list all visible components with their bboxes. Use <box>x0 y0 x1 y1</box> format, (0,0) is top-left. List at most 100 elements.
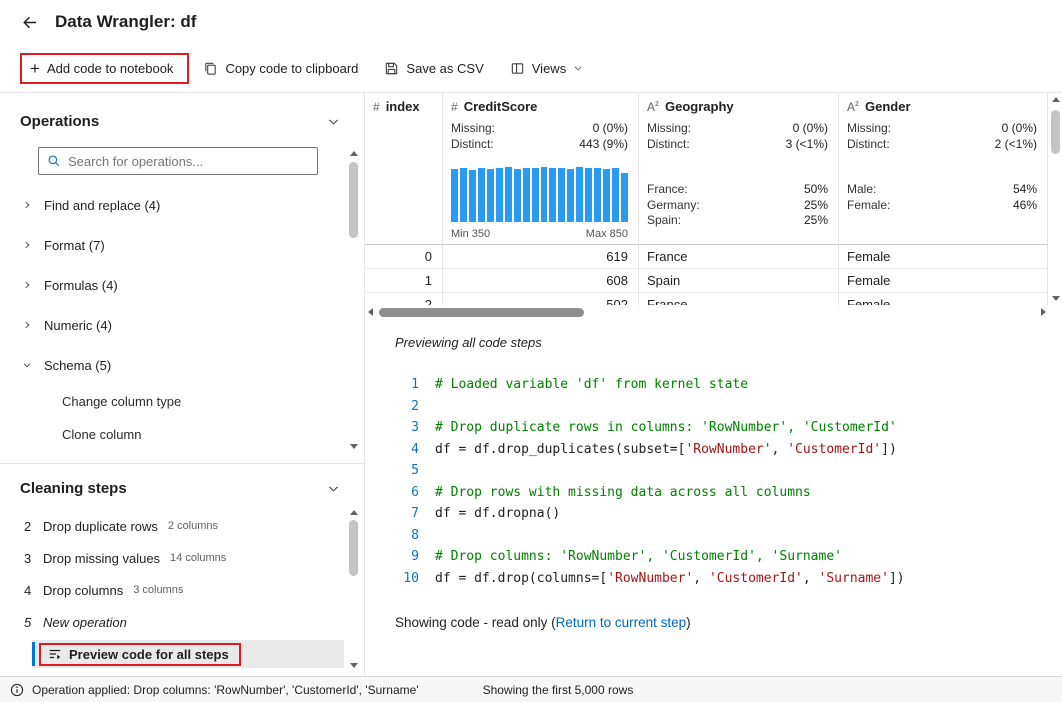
column-value-distribution: France:50%Germany:25%Spain:25% <box>647 182 828 229</box>
search-input[interactable] <box>68 154 309 169</box>
line-number: 5 <box>395 460 419 482</box>
cleaning-step-item[interactable]: 5New operation <box>20 606 364 638</box>
grid-horizontal-scrollbar <box>365 305 1062 319</box>
stat-value: 0 (0%) <box>593 121 628 137</box>
footer-text: Showing code - read only ( <box>395 615 556 630</box>
code-line: 5 <box>395 460 1042 482</box>
operation-item[interactable]: Change column type <box>20 385 364 418</box>
grid-cell[interactable]: 0 <box>365 245 442 269</box>
views-button[interactable]: Views <box>510 61 583 76</box>
code-line: 3# Drop duplicate rows in columns: 'RowN… <box>395 417 1042 439</box>
histogram-bar <box>549 168 556 222</box>
scroll-up-arrow[interactable] <box>350 510 358 515</box>
scroll-down-arrow[interactable] <box>350 444 358 449</box>
column-name: Geography <box>665 99 734 114</box>
cleaning-step-item[interactable]: 3Drop missing values14 columns <box>20 542 364 574</box>
stat-label: Female: <box>847 198 890 214</box>
creditscore-histogram <box>451 166 628 222</box>
grid-cell[interactable]: 1 <box>365 269 442 293</box>
stat-label: Male: <box>847 182 876 198</box>
save-icon <box>384 61 399 76</box>
grid-column-index: #index012 <box>365 93 443 305</box>
operation-group[interactable]: Numeric (4) <box>20 305 364 345</box>
histogram-bar <box>532 168 539 222</box>
column-stat-row: Distinct:2 (<1%) <box>847 137 1037 153</box>
column-stats: Missing:0 (0%)Distinct:3 (<1%) <box>647 121 828 152</box>
cleaning-step-item[interactable]: 2Drop duplicate rows2 columns <box>20 510 364 542</box>
grid-cell[interactable]: Spain <box>639 269 838 293</box>
line-number: 7 <box>395 503 419 525</box>
cleaning-steps-collapse-button[interactable] <box>327 482 340 495</box>
histogram-bar <box>523 168 530 222</box>
scrollbar-thumb[interactable] <box>379 308 584 317</box>
column-stat-row: Missing:0 (0%) <box>847 121 1037 137</box>
grid-cell[interactable]: Female <box>839 293 1047 305</box>
column-stats: Missing:0 (0%)Distinct:2 (<1%) <box>847 121 1037 152</box>
add-code-label: Add code to notebook <box>47 61 174 76</box>
operation-group[interactable]: Schema (5) <box>20 345 364 385</box>
grid-columns: #index012#CreditScoreMissing:0 (0%)Disti… <box>365 93 1048 305</box>
scroll-left-arrow[interactable] <box>368 308 373 316</box>
grid-cell[interactable]: 2 <box>365 293 442 305</box>
sidebar: Operations Find and replace (4)Format (7… <box>0 93 365 676</box>
scrollbar-thumb[interactable] <box>349 162 358 238</box>
operation-item[interactable]: Clone column <box>20 418 364 451</box>
rows-count-info: Showing the first 5,000 rows <box>483 683 634 697</box>
stat-value: 0 (0%) <box>793 121 828 137</box>
stat-value: 3 (<1%) <box>786 137 828 153</box>
code-text: # Drop rows with missing data across all… <box>435 482 811 504</box>
scroll-up-arrow[interactable] <box>1052 97 1060 102</box>
copy-code-button[interactable]: Copy code to clipboard <box>203 61 358 76</box>
chevron-right-icon <box>22 318 32 333</box>
scrollbar-thumb[interactable] <box>349 520 358 576</box>
stat-label: Distinct: <box>847 137 890 153</box>
histogram-bar <box>469 170 476 222</box>
return-to-current-step-link[interactable]: Return to current step <box>556 615 687 630</box>
cleaning-steps-panel: Cleaning steps 2Drop duplicate rows2 col… <box>0 463 364 676</box>
column-name: index <box>386 99 420 114</box>
chevron-down-icon <box>327 482 340 495</box>
operation-group[interactable]: Formulas (4) <box>20 265 364 305</box>
column-name: Gender <box>865 99 911 114</box>
grid-cell[interactable]: Female <box>839 269 1047 293</box>
stat-value: 25% <box>804 198 828 214</box>
grid-cell[interactable]: Female <box>839 245 1047 269</box>
histogram-bar <box>585 168 592 222</box>
scroll-down-arrow[interactable] <box>350 663 358 668</box>
operation-group[interactable]: Format (7) <box>20 225 364 265</box>
column-header-geography[interactable]: AzGeographyMissing:0 (0%)Distinct:3 (<1%… <box>639 93 838 245</box>
cleaning-step-item[interactable]: 4Drop columns3 columns <box>20 574 364 606</box>
code-block: 1# Loaded variable 'df' from kernel stat… <box>395 374 1042 589</box>
operation-group[interactable]: Find and replace (4) <box>20 185 364 225</box>
back-button[interactable] <box>20 13 39 32</box>
column-header-index[interactable]: #index <box>365 93 442 245</box>
code-line: 7df = df.dropna() <box>395 503 1042 525</box>
histogram-bar <box>514 169 521 222</box>
operations-header: Operations <box>20 111 364 131</box>
chevron-down-icon <box>22 358 32 373</box>
scroll-up-arrow[interactable] <box>350 151 358 156</box>
scroll-down-arrow[interactable] <box>1052 296 1060 301</box>
scrollbar-thumb[interactable] <box>1051 110 1060 154</box>
histogram-bar <box>594 168 601 222</box>
scroll-right-arrow[interactable] <box>1041 308 1046 316</box>
save-csv-button[interactable]: Save as CSV <box>384 61 483 76</box>
grid-vertical-scrollbar <box>1049 93 1062 305</box>
column-cells: 012 <box>365 245 442 305</box>
column-header-gender[interactable]: AzGenderMissing:0 (0%)Distinct:2 (<1%)Ma… <box>839 93 1047 245</box>
column-header-creditscore[interactable]: #CreditScoreMissing:0 (0%)Distinct:443 (… <box>443 93 638 245</box>
histogram-range-labels: Min 350Max 850 <box>451 228 628 240</box>
cleaning-steps-list: 2Drop duplicate rows2 columns3Drop missi… <box>20 510 364 638</box>
grid-cell[interactable]: France <box>639 245 838 269</box>
preview-code-all-steps-item[interactable]: Preview code for all steps <box>32 640 344 668</box>
content-area: #index012#CreditScoreMissing:0 (0%)Disti… <box>365 93 1062 676</box>
stat-label: Distinct: <box>647 137 690 153</box>
grid-cell[interactable]: France <box>639 293 838 305</box>
grid-cell[interactable]: 619 <box>443 245 638 269</box>
grid-cell[interactable]: 502 <box>443 293 638 305</box>
add-code-button[interactable]: + Add code to notebook <box>30 61 173 76</box>
status-bar: Operation applied: Drop columns: 'RowNum… <box>0 676 1062 702</box>
operations-collapse-button[interactable] <box>327 115 340 128</box>
grid-cell[interactable]: 608 <box>443 269 638 293</box>
column-stat-row: Spain:25% <box>647 213 828 229</box>
